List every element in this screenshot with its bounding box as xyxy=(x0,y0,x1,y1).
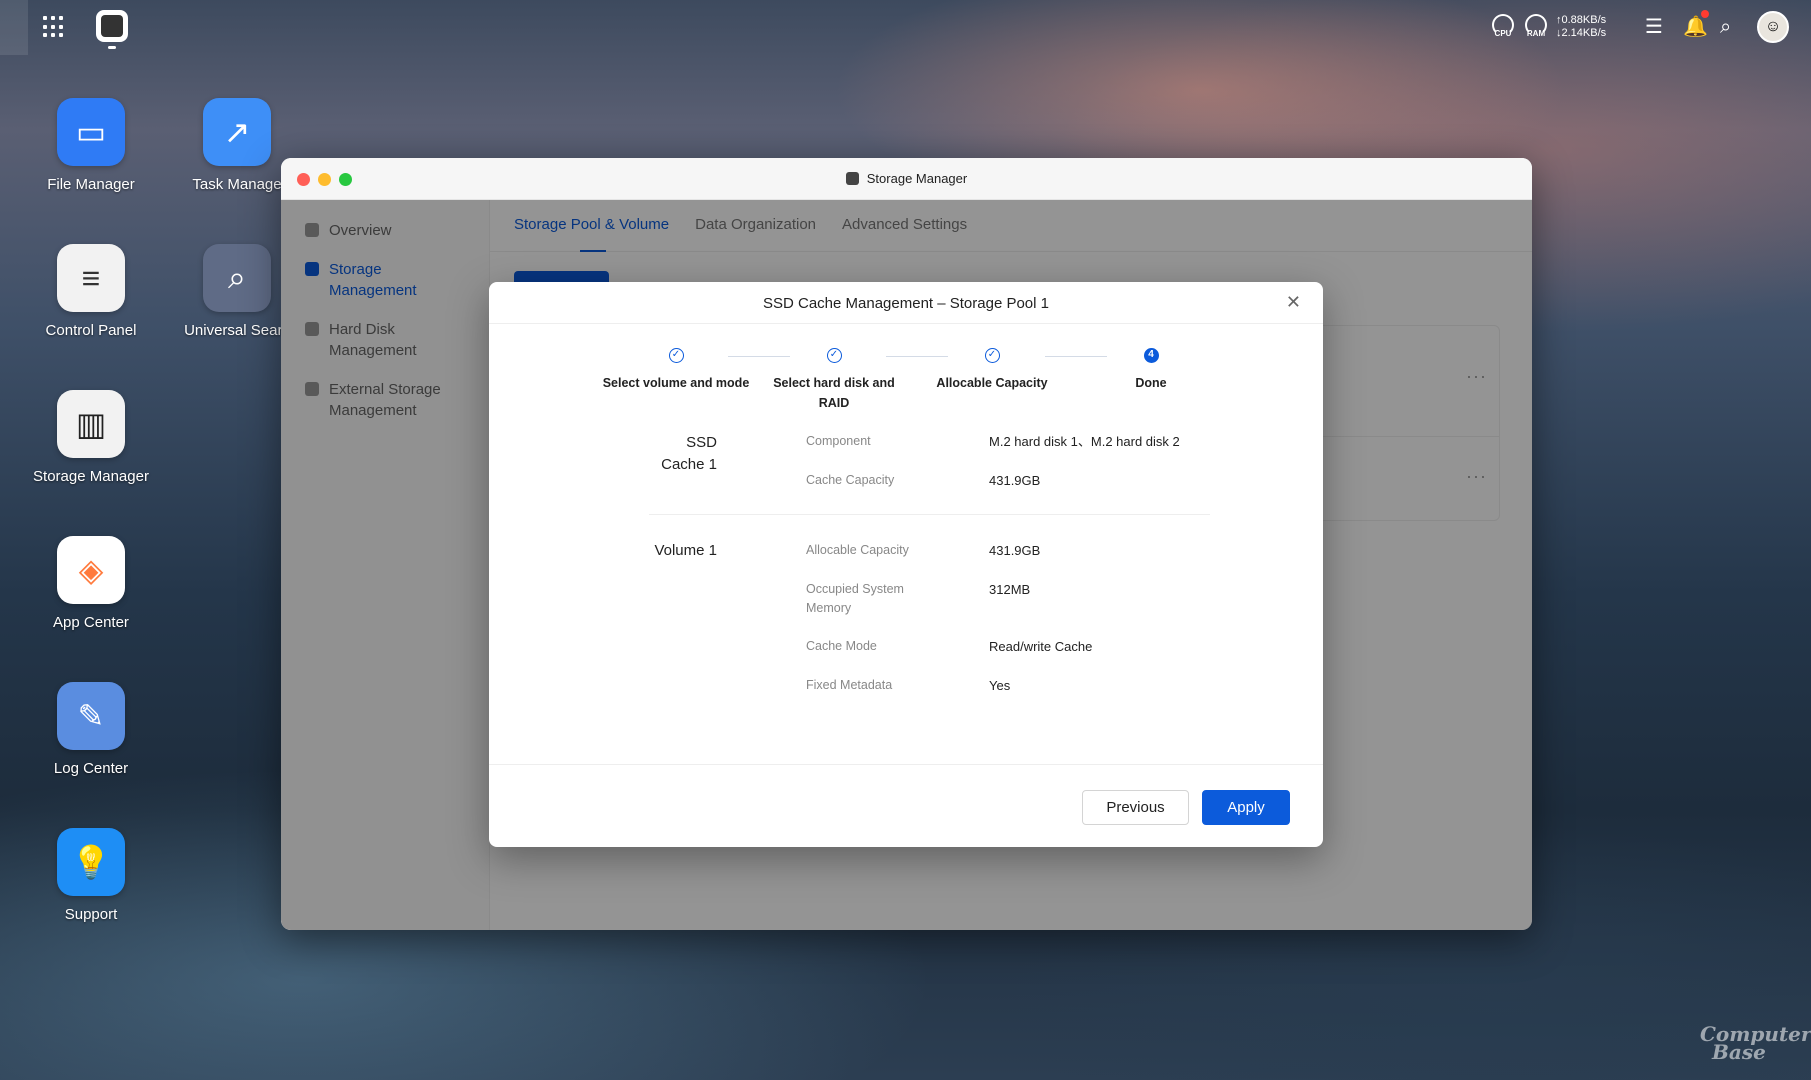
ssd-cache-dialog: SSD Cache Management – Storage Pool 1 ✕ … xyxy=(489,282,1323,847)
desktop-icon-storage-manager[interactable]: ▥ Storage Manager xyxy=(16,390,166,485)
sliders-icon: ≡ xyxy=(57,244,125,312)
ssd-cache-label: SSD Cache 1 xyxy=(661,434,717,473)
check-icon: ✓ xyxy=(984,348,1000,363)
fixed-metadata-key: Fixed Metadata xyxy=(806,678,893,692)
lightbulb-icon: 💡 xyxy=(57,828,125,896)
desktop-icon-app-center[interactable]: ◈ App Center xyxy=(16,536,166,631)
desktop-icon-label: App Center xyxy=(53,614,129,631)
desktop-icon-label: File Manager xyxy=(47,176,135,193)
user-avatar[interactable]: ☺ xyxy=(1757,11,1789,43)
dialog-footer: Previous Apply xyxy=(489,764,1323,847)
tasks-menu-icon[interactable]: ☰ xyxy=(1645,15,1663,39)
dialog-title: SSD Cache Management – Storage Pool 1 xyxy=(762,295,1049,312)
close-icon[interactable]: ✕ xyxy=(1286,292,1301,312)
step-2: ✓ Select hard disk and RAID xyxy=(759,348,909,413)
ram-label: RAM xyxy=(1526,29,1546,38)
volume-label: Volume 1 xyxy=(654,542,717,559)
app-center-icon: ◈ xyxy=(57,536,125,604)
app-grid-icon[interactable] xyxy=(43,16,65,38)
upload-speed: ↑0.88KB/s xyxy=(1556,14,1607,26)
step-number: 4 xyxy=(1143,348,1159,363)
running-indicator xyxy=(108,46,116,49)
desktop-icon-support[interactable]: 💡 Support xyxy=(16,828,166,923)
step-label: Select volume and mode xyxy=(602,376,750,390)
check-icon: ✓ xyxy=(668,348,684,363)
network-speed[interactable]: ↑0.88KB/s ↓2.14KB/s xyxy=(1556,14,1606,40)
folder-icon: ▭ xyxy=(57,98,125,166)
previous-button[interactable]: Previous xyxy=(1082,790,1189,825)
chart-line-icon: ↗ xyxy=(203,98,271,166)
dialog-header: SSD Cache Management – Storage Pool 1 ✕ xyxy=(489,282,1323,324)
notification-bell-icon[interactable]: 🔔 xyxy=(1683,15,1708,39)
desktop-icon-label: Storage Manager xyxy=(33,468,149,485)
window-title: Storage Manager xyxy=(281,171,1532,186)
cache-capacity-value: 431.9GB xyxy=(989,473,1041,488)
cpu-label: CPU xyxy=(1494,29,1512,38)
storage-icon: ▥ xyxy=(57,390,125,458)
download-speed: ↓2.14KB/s xyxy=(1556,27,1607,39)
allocable-capacity-key: Allocable Capacity xyxy=(806,543,909,557)
fixed-metadata-value: Yes xyxy=(989,678,1011,693)
window-titlebar[interactable]: Storage Manager xyxy=(281,158,1532,200)
component-value: M.2 hard disk 1、M.2 hard disk 2 xyxy=(989,434,1180,449)
occupied-memory-value: 312MB xyxy=(989,582,1031,597)
wizard-stepper: ✓ Select volume and mode ✓ Select hard d… xyxy=(489,348,1323,418)
desktop-icon-log-center[interactable]: ✎ Log Center xyxy=(16,682,166,777)
step-4: 4 Done xyxy=(1076,348,1226,393)
allocable-capacity-value: 431.9GB xyxy=(989,543,1041,558)
check-icon: ✓ xyxy=(826,348,842,363)
occupied-memory-key: Occupied System Memory xyxy=(806,582,904,615)
pinned-storage-manager-icon[interactable] xyxy=(96,10,128,42)
storage-manager-icon xyxy=(845,172,859,185)
step-1: ✓ Select volume and mode xyxy=(601,348,751,393)
section-divider xyxy=(649,514,1210,515)
search-icon[interactable]: ⌕ xyxy=(1720,15,1731,39)
launcher-tile[interactable] xyxy=(0,0,28,55)
step-label: Select hard disk and RAID xyxy=(773,376,895,410)
component-key: Component xyxy=(806,434,871,448)
top-bar: CPU RAM ↑0.88KB/s ↓2.14KB/s ☰ 🔔 ⌕ ☺ xyxy=(0,0,1811,55)
step-label: Allocable Capacity xyxy=(936,376,1048,390)
step-3: ✓ Allocable Capacity xyxy=(917,348,1067,393)
desktop-icon-label: Support xyxy=(64,906,118,923)
notification-badge xyxy=(1701,10,1709,18)
cache-capacity-key: Cache Capacity xyxy=(806,473,895,487)
desktop-icon-label: Control Panel xyxy=(45,322,137,339)
step-label: Done xyxy=(1135,376,1167,390)
ram-gauge-icon[interactable]: RAM xyxy=(1523,14,1549,40)
cache-mode-key: Cache Mode xyxy=(806,639,877,653)
desktop-icon-label: Log Center xyxy=(53,760,129,777)
log-icon: ✎ xyxy=(57,682,125,750)
search-doc-icon: ⌕ xyxy=(203,244,271,312)
computerbase-watermark: Computer Base xyxy=(1700,1022,1811,1064)
cpu-gauge-icon[interactable]: CPU xyxy=(1490,14,1516,40)
apply-button[interactable]: Apply xyxy=(1202,790,1290,825)
desktop-icon-control-panel[interactable]: ≡ Control Panel xyxy=(16,244,166,339)
cache-mode-value: Read/write Cache xyxy=(989,639,1093,654)
desktop-icon-file-manager[interactable]: ▭ File Manager xyxy=(16,98,166,193)
